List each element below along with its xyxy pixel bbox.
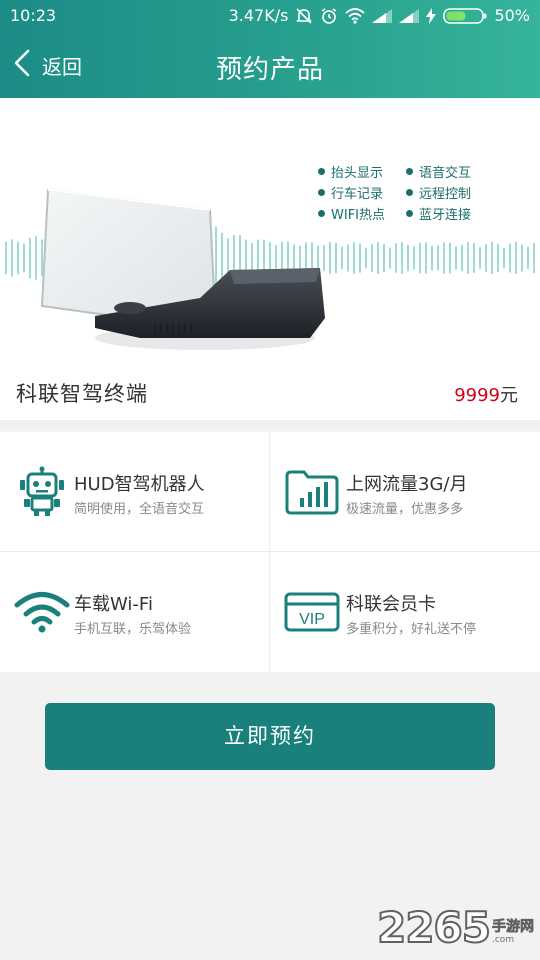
bullet-dot bbox=[318, 210, 325, 217]
feature-label: 语音交互 bbox=[419, 166, 472, 181]
feature-label: 抬头显示 bbox=[331, 166, 384, 181]
watermark-cn: 手游网 bbox=[492, 919, 535, 936]
benefit-title: 上网流量3G/月 bbox=[346, 474, 468, 495]
benefits-grid: HUD智驾机器人 简明使用，全语音交互 上网流量3G/月 极速流量，优惠多多 车… bbox=[0, 432, 540, 672]
bullet-dot bbox=[406, 168, 413, 175]
vip-card-icon: VIP bbox=[284, 586, 340, 638]
benefit-subtitle: 多重积分，好礼送不停 bbox=[346, 622, 477, 637]
status-time: 10:23 bbox=[10, 6, 57, 25]
battery-percent: 50% bbox=[494, 6, 530, 25]
data-chart-icon bbox=[284, 466, 340, 518]
nav-bar: 返回 预约产品 bbox=[0, 32, 540, 98]
benefit-data-plan[interactable]: 上网流量3G/月 极速流量，优惠多多 bbox=[270, 432, 540, 552]
benefit-title: 科联会员卡 bbox=[346, 594, 436, 615]
benefit-subtitle: 手机互联，乐驾体验 bbox=[74, 622, 192, 637]
bullet-dot bbox=[318, 168, 325, 175]
bullet-dot bbox=[406, 210, 413, 217]
hud-device-image bbox=[40, 188, 325, 350]
mute-icon bbox=[295, 7, 313, 25]
network-speed: 3.47K/s bbox=[228, 6, 289, 25]
price-unit: 元 bbox=[500, 385, 518, 406]
wifi-icon bbox=[14, 586, 70, 638]
price-value: 9999 bbox=[454, 385, 500, 406]
feature-item: WIFI热点 bbox=[318, 206, 406, 223]
feature-item: 抬头显示 bbox=[318, 164, 406, 181]
benefit-car-wifi[interactable]: 车载Wi-Fi 手机互联，乐驾体验 bbox=[0, 552, 270, 672]
benefit-subtitle: 极速流量，优惠多多 bbox=[346, 502, 464, 517]
charging-icon bbox=[426, 7, 437, 24]
feature-item: 蓝牙连接 bbox=[406, 206, 496, 223]
site-watermark-logo: 2265 手游网 .com bbox=[376, 903, 535, 952]
battery-icon bbox=[443, 7, 487, 25]
product-price: 9999元 bbox=[454, 381, 518, 407]
benefit-title: HUD智驾机器人 bbox=[74, 474, 205, 495]
page-title: 预约产品 bbox=[215, 55, 324, 85]
status-bar: 10:23 3.47K/s 50% bbox=[0, 0, 540, 32]
product-name: 科联智驾终端 bbox=[16, 382, 148, 406]
wifi-status-icon bbox=[345, 7, 366, 24]
feature-label: 蓝牙连接 bbox=[419, 208, 472, 223]
watermark-url: .com bbox=[492, 935, 515, 945]
benefit-vip-card[interactable]: VIP 科联会员卡 多重积分，好礼送不停 bbox=[270, 552, 540, 672]
feature-list: 抬头显示 语音交互 行车记录 远程控制 WIFI热点 蓝牙连接 bbox=[318, 164, 496, 223]
bullet-dot bbox=[318, 189, 325, 196]
robot-icon bbox=[14, 466, 70, 518]
signal-icon-2 bbox=[399, 8, 420, 23]
signal-icon bbox=[372, 8, 393, 23]
feature-label: 远程控制 bbox=[419, 187, 472, 202]
feature-label: 行车记录 bbox=[331, 187, 384, 202]
product-info-row: 科联智驾终端 9999元 bbox=[0, 360, 540, 426]
bullet-dot bbox=[406, 189, 413, 196]
feature-item: 语音交互 bbox=[406, 164, 496, 181]
product-banner: 抬头显示 语音交互 行车记录 远程控制 WIFI热点 蓝牙连接 bbox=[0, 98, 540, 360]
vip-card-text: VIP bbox=[299, 611, 325, 628]
benefit-hud-robot[interactable]: HUD智驾机器人 简明使用，全语音交互 bbox=[0, 432, 270, 552]
feature-label: WIFI热点 bbox=[331, 208, 385, 223]
header: 10:23 3.47K/s 50% 返回 预约产品 bbox=[0, 0, 540, 98]
watermark-text: 手游网 .com bbox=[492, 919, 535, 946]
watermark-number: 2265 bbox=[376, 903, 492, 952]
reserve-now-button[interactable]: 立即预约 bbox=[45, 703, 495, 770]
benefit-subtitle: 简明使用，全语音交互 bbox=[74, 502, 205, 517]
benefit-title: 车载Wi-Fi bbox=[74, 594, 153, 615]
feature-item: 行车记录 bbox=[318, 185, 406, 202]
status-icons: 3.47K/s 50% bbox=[229, 6, 530, 25]
feature-item: 远程控制 bbox=[406, 185, 496, 202]
alarm-icon bbox=[320, 7, 338, 25]
